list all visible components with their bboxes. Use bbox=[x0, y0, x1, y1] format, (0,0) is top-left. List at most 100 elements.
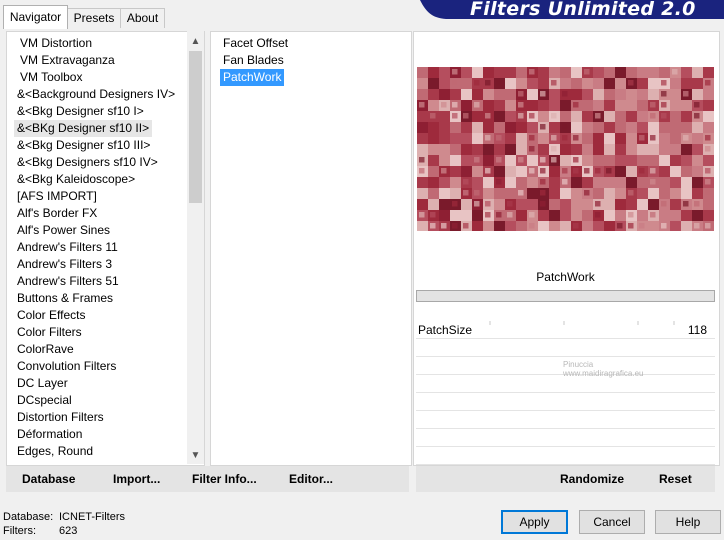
patch-tile bbox=[527, 89, 538, 100]
category-item[interactable]: Andrew's Filters 3 bbox=[14, 256, 115, 273]
category-item[interactable]: Andrew's Filters 11 bbox=[14, 239, 121, 256]
category-item[interactable]: &<BKg Designer sf10 II> bbox=[14, 120, 153, 137]
category-item[interactable]: Buttons & Frames bbox=[14, 290, 116, 307]
editor-button[interactable]: Editor... bbox=[289, 472, 333, 486]
category-item[interactable]: &<Background Designers IV> bbox=[14, 86, 178, 103]
patch-tile bbox=[648, 155, 659, 166]
patch-tile bbox=[670, 199, 681, 210]
scroll-down-arrow-icon[interactable]: ▼ bbox=[187, 447, 204, 464]
patch-tile bbox=[582, 155, 593, 166]
category-item[interactable]: &<Bkg Designer sf10 III> bbox=[14, 137, 153, 154]
category-item[interactable]: DC Layer bbox=[14, 375, 71, 392]
scroll-thumb[interactable] bbox=[189, 51, 202, 203]
category-item[interactable]: Convolution Filters bbox=[14, 358, 119, 375]
patch-tile bbox=[626, 122, 637, 133]
category-list[interactable]: VM Distortion VM Extravaganza VM Toolbox &<… bbox=[6, 31, 205, 466]
patch-tile bbox=[604, 177, 615, 188]
patch-tile bbox=[428, 177, 439, 188]
patch-detail bbox=[551, 157, 557, 163]
patch-tile bbox=[615, 210, 626, 221]
patch-tile bbox=[615, 78, 626, 89]
patch-tile bbox=[637, 155, 648, 166]
patch-tile bbox=[703, 100, 714, 111]
patch-tile bbox=[604, 67, 615, 78]
category-item[interactable]: Alf's Power Sines bbox=[14, 222, 113, 239]
patch-tile bbox=[615, 199, 626, 210]
help-button[interactable]: Help bbox=[655, 510, 721, 534]
patch-detail bbox=[430, 113, 436, 119]
import-button[interactable]: Import... bbox=[113, 472, 160, 486]
patch-tile bbox=[637, 177, 648, 188]
patch-tile bbox=[593, 122, 604, 133]
patch-tile bbox=[626, 177, 637, 188]
patch-tile bbox=[681, 188, 692, 199]
patch-tile bbox=[516, 78, 527, 89]
plugin-control-area[interactable] bbox=[416, 290, 715, 302]
patch-tile bbox=[615, 67, 626, 78]
patch-tile bbox=[472, 89, 483, 100]
scroll-up-arrow-icon[interactable]: ▲ bbox=[187, 33, 204, 50]
category-scrollbar[interactable]: ▲ ▼ bbox=[187, 31, 204, 464]
category-item[interactable]: Color Filters bbox=[14, 324, 85, 341]
patch-detail bbox=[529, 168, 535, 174]
patch-tile bbox=[538, 221, 549, 231]
patch-detail bbox=[661, 135, 667, 141]
patch-detail bbox=[529, 135, 535, 141]
category-item[interactable]: Alf's Border FX bbox=[14, 205, 100, 222]
patch-tile bbox=[670, 210, 681, 221]
category-item[interactable]: ColorRave bbox=[14, 341, 77, 358]
app-title: Filters Unlimited 2.0 bbox=[470, 0, 696, 20]
patch-detail bbox=[705, 190, 711, 196]
patch-tile bbox=[560, 100, 571, 111]
plugin-name: PatchWork bbox=[536, 270, 595, 284]
filter-list[interactable]: Facet Offset Fan Blades PatchWork bbox=[210, 31, 412, 466]
category-item[interactable]: [AFS IMPORT] bbox=[14, 188, 100, 205]
patch-detail bbox=[595, 168, 601, 174]
patch-detail bbox=[584, 190, 590, 196]
category-item[interactable]: Déformation bbox=[14, 426, 85, 443]
tab-navigator[interactable]: Navigator bbox=[3, 5, 68, 29]
category-item[interactable]: VM Toolbox bbox=[17, 69, 85, 86]
patch-tile bbox=[494, 122, 505, 133]
tab-about[interactable]: About bbox=[120, 8, 165, 28]
patch-tile bbox=[692, 155, 703, 166]
filters-count-label: Filters: bbox=[3, 525, 36, 537]
patch-tile bbox=[483, 177, 494, 188]
patch-detail bbox=[496, 157, 502, 163]
filter-item[interactable]: Fan Blades bbox=[220, 52, 287, 69]
patch-tile bbox=[516, 133, 527, 144]
patch-tile bbox=[670, 133, 681, 144]
category-item[interactable]: Andrew's Filters 51 bbox=[14, 273, 122, 290]
patch-detail bbox=[705, 168, 711, 174]
category-item[interactable]: VM Distortion bbox=[17, 35, 95, 52]
category-item[interactable]: DCspecial bbox=[14, 392, 75, 409]
tab-presets[interactable]: Presets bbox=[67, 8, 121, 28]
patch-detail bbox=[683, 91, 689, 97]
reset-button[interactable]: Reset bbox=[659, 472, 692, 486]
filter-info-button[interactable]: Filter Info... bbox=[192, 472, 257, 486]
patch-tile bbox=[428, 144, 439, 155]
patch-tile bbox=[692, 166, 703, 177]
patch-detail bbox=[518, 102, 524, 108]
param-value[interactable]: 118 bbox=[688, 323, 707, 337]
randomize-button[interactable]: Randomize bbox=[560, 472, 624, 486]
patch-tile bbox=[428, 122, 439, 133]
apply-button[interactable]: Apply bbox=[501, 510, 568, 534]
category-item[interactable]: &<Bkg Designers sf10 IV> bbox=[14, 154, 161, 171]
database-button[interactable]: Database bbox=[22, 472, 75, 486]
filter-item[interactable]: Facet Offset bbox=[220, 35, 291, 52]
patch-tile bbox=[417, 78, 428, 89]
category-item[interactable]: Color Effects bbox=[14, 307, 88, 324]
category-item[interactable]: VM Extravaganza bbox=[17, 52, 118, 69]
param-row-patchsize[interactable]: PatchSize 118 bbox=[416, 322, 715, 339]
patch-tile bbox=[450, 144, 461, 155]
patch-detail bbox=[419, 102, 425, 108]
patch-tile bbox=[505, 188, 516, 199]
category-item[interactable]: Distortion Filters bbox=[14, 409, 107, 426]
category-item[interactable]: &<Bkg Designer sf10 I> bbox=[14, 103, 147, 120]
patch-detail bbox=[507, 201, 513, 207]
filter-item[interactable]: PatchWork bbox=[220, 69, 285, 86]
category-item[interactable]: Edges, Round bbox=[14, 443, 96, 460]
cancel-button[interactable]: Cancel bbox=[579, 510, 645, 534]
category-item[interactable]: &<Bkg Kaleidoscope> bbox=[14, 171, 138, 188]
